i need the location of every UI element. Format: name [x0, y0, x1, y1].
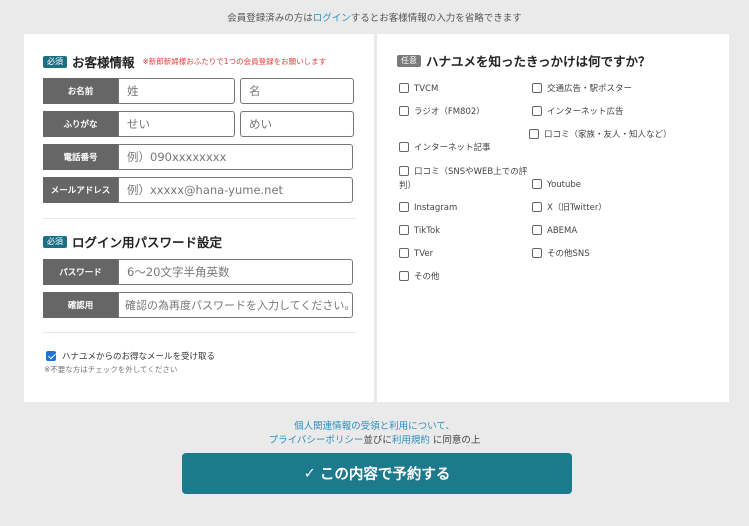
survey-option-label: TVCM [414, 84, 439, 94]
first-name-kana-input[interactable]: めい [240, 111, 354, 137]
privacy-agree-text: に同意の上 [429, 435, 481, 446]
checkbox[interactable] [532, 178, 542, 189]
survey-option[interactable]: ラジオ（FM802） [399, 105, 485, 119]
name-row: お名前 姓 名 [43, 78, 354, 104]
login-note-prefix: 会員登録済みの方は [227, 13, 313, 24]
terms-link[interactable]: 利用規約 [392, 435, 430, 446]
survey-option-label: 口コミ（家族・友人・知人など） [544, 130, 672, 140]
login-link[interactable]: ログイン [313, 13, 351, 24]
survey-option-label: Instagram [414, 203, 458, 213]
privacy-policy-link[interactable]: プライバシーポリシー [269, 435, 364, 446]
privacy-note-line2: プライバシーポリシー並びに利用規約 に同意の上 [0, 432, 749, 446]
checkbox[interactable] [399, 224, 409, 235]
survey-option-label: ABEMA [547, 226, 578, 236]
password-label: パスワード [43, 259, 118, 285]
login-note: 会員登録済みの方はログインするとお客様情報の入力を省略できます [0, 10, 749, 24]
newsletter-note: ※不要な方はチェックを外してください [44, 365, 178, 374]
submit-reservation-button[interactable]: ✓ この内容で予約する [182, 453, 572, 494]
survey-section-title: ハナユメを知ったきっかけは何ですか？ [426, 54, 651, 69]
check-icon: ✓ [303, 465, 316, 482]
phone-label: 電話番号 [43, 144, 118, 170]
checkbox[interactable] [399, 201, 409, 212]
last-name-kana-input[interactable]: せい [118, 111, 235, 137]
survey-option-label: 交通広告・駅ポスター [547, 84, 633, 94]
name-label: お名前 [43, 78, 118, 104]
survey-option[interactable]: 交通広告・駅ポスター [532, 82, 632, 96]
required-badge: 必須 [43, 235, 67, 248]
survey-option[interactable]: Youtube [532, 178, 581, 192]
newsletter-optin[interactable]: ハナユメからのお得なメールを受け取る [46, 350, 215, 362]
survey-option-label: ラジオ（FM802） [414, 107, 485, 117]
password-confirm-label: 確認用 [43, 292, 118, 318]
customer-section-header: 必須 お客様情報 ※新郎新婦様おふたりで1つの会員登録をお願いします [43, 52, 326, 71]
survey-option-label: インターネット広告 [547, 107, 624, 117]
required-badge: 必須 [43, 55, 67, 68]
furigana-row: ふりがな せい めい [43, 111, 354, 137]
privacy-note-line1: 個人関連情報の受領と利用について、 [0, 418, 749, 432]
customer-section-title: お客様情報 [72, 55, 135, 70]
phone-input[interactable]: 例）090xxxxxxxx [118, 144, 353, 170]
login-note-suffix: するとお客様情報の入力を省略できます [350, 13, 522, 24]
customer-form-panel: 必須 お客様情報 ※新郎新婦様おふたりで1つの会員登録をお願いします お名前 姓… [24, 34, 374, 402]
survey-option-label: インターネット記事 [414, 143, 491, 153]
customer-section-note: ※新郎新婦様おふたりで1つの会員登録をお願いします [142, 57, 327, 66]
email-row: メールアドレス 例）xxxxx@hana-yume.net [43, 177, 353, 203]
password-input[interactable]: 6〜20文字半角英数 [118, 259, 353, 285]
survey-option-label: その他SNS [547, 249, 590, 259]
checkbox[interactable] [532, 224, 542, 235]
survey-option[interactable]: 口コミ（SNSやWEB上での評判） [399, 165, 534, 193]
survey-option-label: その他 [414, 272, 440, 282]
phone-row: 電話番号 例）090xxxxxxxx [43, 144, 353, 170]
survey-option[interactable]: 口コミ（家族・友人・知人など） [529, 128, 679, 142]
survey-section-header: 任意 ハナユメを知ったきっかけは何ですか？ [397, 51, 651, 70]
first-name-input[interactable]: 名 [240, 78, 354, 104]
checkbox[interactable] [532, 247, 542, 258]
checkbox[interactable] [399, 247, 409, 258]
email-input[interactable]: 例）xxxxx@hana-yume.net [118, 177, 353, 203]
checkbox[interactable] [399, 270, 409, 281]
optional-badge: 任意 [397, 54, 421, 67]
password-row: パスワード 6〜20文字半角英数 [43, 259, 353, 285]
survey-option[interactable]: TVCM [399, 82, 438, 96]
survey-option[interactable]: X（旧Twitter） [532, 201, 607, 215]
survey-option[interactable]: インターネット記事 [399, 141, 491, 155]
checkbox[interactable] [532, 82, 542, 93]
survey-option[interactable]: インターネット広告 [532, 105, 624, 119]
password-confirm-row: 確認用 確認の為再度パスワードを入力してください。 [43, 292, 353, 318]
newsletter-label: ハナユメからのお得なメールを受け取る [62, 352, 216, 362]
personal-info-link[interactable]: 個人関連情報の受領と利用について、 [294, 421, 455, 432]
checkbox[interactable] [532, 201, 542, 212]
survey-option-label: TVer [414, 249, 434, 259]
checkbox[interactable] [399, 165, 409, 176]
submit-label: この内容で予約する [319, 467, 451, 483]
survey-option-label: 口コミ（SNSやWEB上での評判） [399, 167, 528, 191]
checkbox[interactable] [529, 128, 539, 139]
survey-option[interactable]: ABEMA [532, 224, 577, 238]
furigana-label: ふりがな [43, 111, 118, 137]
survey-option[interactable]: Instagram [399, 201, 457, 215]
newsletter-checkbox[interactable] [46, 351, 56, 361]
survey-option[interactable]: その他SNS [532, 247, 590, 261]
checkbox[interactable] [399, 141, 409, 152]
password-confirm-input[interactable]: 確認の為再度パスワードを入力してください。 [118, 292, 353, 318]
password-section-header: 必須 ログイン用パスワード設定 [43, 232, 222, 251]
survey-option-label: TikTok [414, 226, 441, 236]
checkbox[interactable] [399, 82, 409, 93]
checkbox[interactable] [399, 105, 409, 116]
survey-option[interactable]: その他 [399, 270, 440, 284]
checkbox[interactable] [532, 105, 542, 116]
survey-panel: 任意 ハナユメを知ったきっかけは何ですか？ TVCM 交通広告・駅ポスター ラジ… [377, 34, 729, 402]
section-divider [43, 332, 356, 333]
privacy-and-text: 並びに [363, 435, 392, 446]
survey-option[interactable]: TVer [399, 247, 433, 261]
email-label: メールアドレス [43, 177, 118, 203]
survey-option[interactable]: TikTok [399, 224, 440, 238]
password-section-title: ログイン用パスワード設定 [72, 235, 223, 250]
survey-option-label: X（旧Twitter） [547, 203, 607, 213]
survey-option-label: Youtube [547, 180, 581, 190]
section-divider [43, 218, 356, 219]
last-name-input[interactable]: 姓 [118, 78, 235, 104]
